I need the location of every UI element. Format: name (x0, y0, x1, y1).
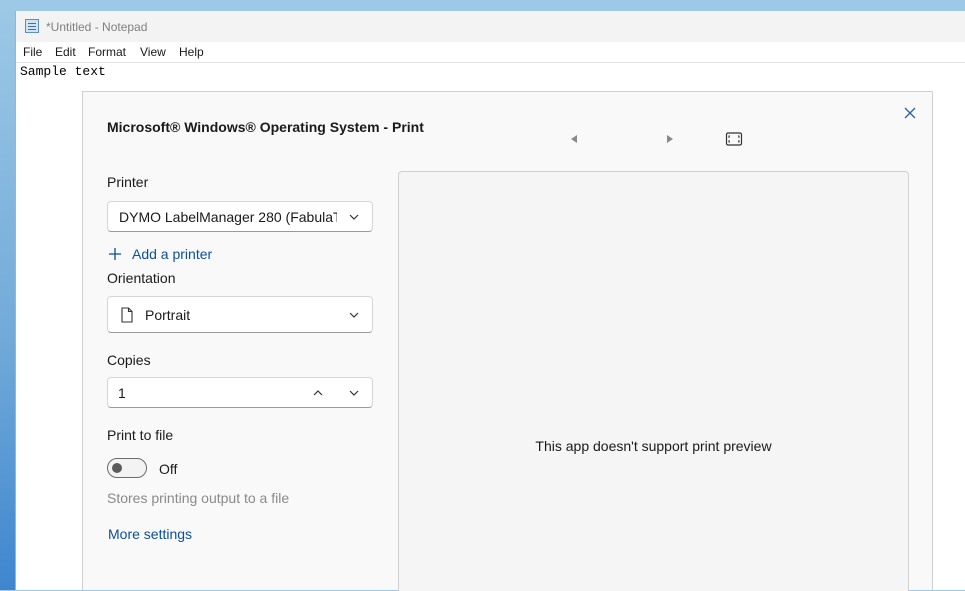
copies-label: Copies (107, 352, 151, 368)
menu-edit[interactable]: Edit (55, 45, 76, 59)
orientation-select[interactable]: Portrait (107, 296, 373, 333)
print-dialog: Microsoft® Windows® Operating System - P… (82, 91, 933, 591)
menu-help[interactable]: Help (179, 45, 204, 59)
printer-select[interactable]: DYMO LabelManager 280 (FabulaTech) (107, 201, 373, 232)
print-preview-pane: This app doesn't support print preview (398, 171, 909, 591)
menu-format[interactable]: Format (88, 45, 126, 59)
editor-text-area[interactable]: Sample text (20, 64, 106, 79)
menu-file[interactable]: File (23, 45, 42, 59)
fit-page-icon (725, 132, 743, 146)
plus-icon (109, 248, 121, 260)
orientation-label: Orientation (107, 270, 176, 286)
add-printer-label: Add a printer (132, 246, 213, 262)
add-printer-link[interactable]: Add a printer (107, 246, 227, 264)
previous-page-button[interactable] (567, 132, 581, 146)
copies-field[interactable]: 1 (107, 377, 373, 408)
toggle-knob (112, 463, 122, 473)
print-to-file-hint: Stores printing output to a file (107, 490, 290, 506)
document-icon (121, 307, 133, 323)
notepad-icon (25, 19, 39, 33)
chevron-down-icon[interactable] (348, 389, 360, 397)
print-to-file-label: Print to file (107, 427, 174, 443)
printer-value: DYMO LabelManager 280 (FabulaTech) (119, 208, 337, 225)
print-to-file-toggle[interactable] (107, 458, 147, 478)
fit-page-button[interactable] (725, 131, 743, 147)
next-page-icon (667, 135, 673, 143)
window-title: *Untitled - Notepad (46, 20, 148, 34)
title-bar: *Untitled - Notepad (16, 11, 965, 42)
close-button[interactable] (895, 98, 925, 128)
printer-label: Printer (107, 174, 149, 190)
menu-view[interactable]: View (140, 45, 166, 59)
menu-bar: File Edit Format View Help (16, 42, 965, 63)
toggle-state-label: Off (159, 461, 178, 477)
next-page-button[interactable] (663, 132, 677, 146)
preview-message: This app doesn't support print preview (535, 438, 772, 454)
close-icon (904, 107, 916, 119)
previous-page-icon (571, 135, 577, 143)
orientation-value: Portrait (145, 306, 191, 323)
copies-value: 1 (118, 384, 126, 401)
chevron-down-icon (349, 214, 359, 220)
more-settings-link[interactable]: More settings (108, 526, 192, 542)
dialog-title: Microsoft® Windows® Operating System - P… (107, 119, 424, 135)
chevron-up-icon[interactable] (312, 389, 324, 397)
chevron-down-icon (349, 312, 359, 318)
